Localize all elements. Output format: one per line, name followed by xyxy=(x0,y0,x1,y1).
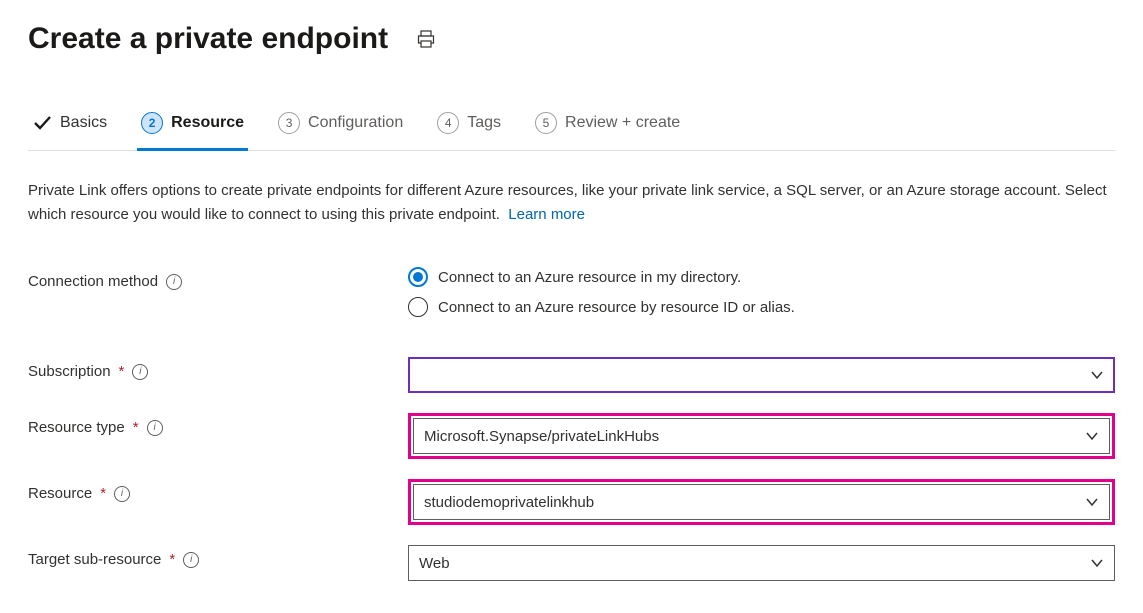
tabs: Basics 2 Resource 3 Configuration 4 Tags… xyxy=(28,100,1115,151)
tab-review-create-label: Review + create xyxy=(565,114,680,132)
resource-type-label: Resource type xyxy=(28,419,125,436)
tab-configuration[interactable]: 3 Configuration xyxy=(274,100,407,150)
required-marker: * xyxy=(100,485,106,502)
step-5-icon: 5 xyxy=(535,112,557,134)
target-sub-resource-select[interactable]: Web xyxy=(408,545,1115,581)
chevron-down-icon xyxy=(1090,368,1104,382)
resource-label: Resource xyxy=(28,485,92,502)
check-icon xyxy=(32,113,52,133)
subscription-select[interactable] xyxy=(408,357,1115,393)
resource-value: studiodemoprivatelinkhub xyxy=(424,494,594,511)
connection-method-option-directory[interactable]: Connect to an Azure resource in my direc… xyxy=(408,267,1115,287)
required-marker: * xyxy=(169,551,175,568)
tab-basics-label: Basics xyxy=(60,114,107,132)
tab-tags[interactable]: 4 Tags xyxy=(433,100,505,150)
highlight-resource-type: Microsoft.Synapse/privateLinkHubs xyxy=(408,413,1115,459)
connection-method-option-resourceid-label: Connect to an Azure resource by resource… xyxy=(438,299,795,316)
description-text: Private Link offers options to create pr… xyxy=(28,179,1115,227)
connection-method-group: Connect to an Azure resource in my direc… xyxy=(408,267,1115,317)
info-icon[interactable]: i xyxy=(114,486,130,502)
print-icon[interactable] xyxy=(412,25,440,53)
step-2-icon: 2 xyxy=(141,112,163,134)
resource-type-value: Microsoft.Synapse/privateLinkHubs xyxy=(424,428,659,445)
subscription-label: Subscription xyxy=(28,363,111,380)
learn-more-link[interactable]: Learn more xyxy=(508,206,585,223)
info-icon[interactable]: i xyxy=(147,420,163,436)
highlight-resource: studiodemoprivatelinkhub xyxy=(408,479,1115,525)
chevron-down-icon xyxy=(1085,495,1099,509)
info-icon[interactable]: i xyxy=(183,552,199,568)
resource-select[interactable]: studiodemoprivatelinkhub xyxy=(413,484,1110,520)
connection-method-label: Connection method xyxy=(28,273,158,290)
tab-basics[interactable]: Basics xyxy=(28,101,111,149)
required-marker: * xyxy=(119,363,125,380)
connection-method-option-resourceid[interactable]: Connect to an Azure resource by resource… xyxy=(408,297,1115,317)
target-sub-resource-value: Web xyxy=(419,555,450,572)
tab-resource[interactable]: 2 Resource xyxy=(137,100,248,150)
tab-tags-label: Tags xyxy=(467,114,501,132)
tab-configuration-label: Configuration xyxy=(308,114,403,132)
info-icon[interactable]: i xyxy=(166,274,182,290)
radio-icon xyxy=(408,297,428,317)
required-marker: * xyxy=(133,419,139,436)
step-4-icon: 4 xyxy=(437,112,459,134)
page-title: Create a private endpoint xyxy=(28,22,388,56)
radio-selected-icon xyxy=(408,267,428,287)
step-3-icon: 3 xyxy=(278,112,300,134)
info-icon[interactable]: i xyxy=(132,364,148,380)
target-sub-resource-label: Target sub-resource xyxy=(28,551,161,568)
tab-review-create[interactable]: 5 Review + create xyxy=(531,100,684,150)
resource-type-select[interactable]: Microsoft.Synapse/privateLinkHubs xyxy=(413,418,1110,454)
tab-resource-label: Resource xyxy=(171,114,244,132)
connection-method-option-directory-label: Connect to an Azure resource in my direc… xyxy=(438,269,741,286)
chevron-down-icon xyxy=(1085,429,1099,443)
chevron-down-icon xyxy=(1090,556,1104,570)
